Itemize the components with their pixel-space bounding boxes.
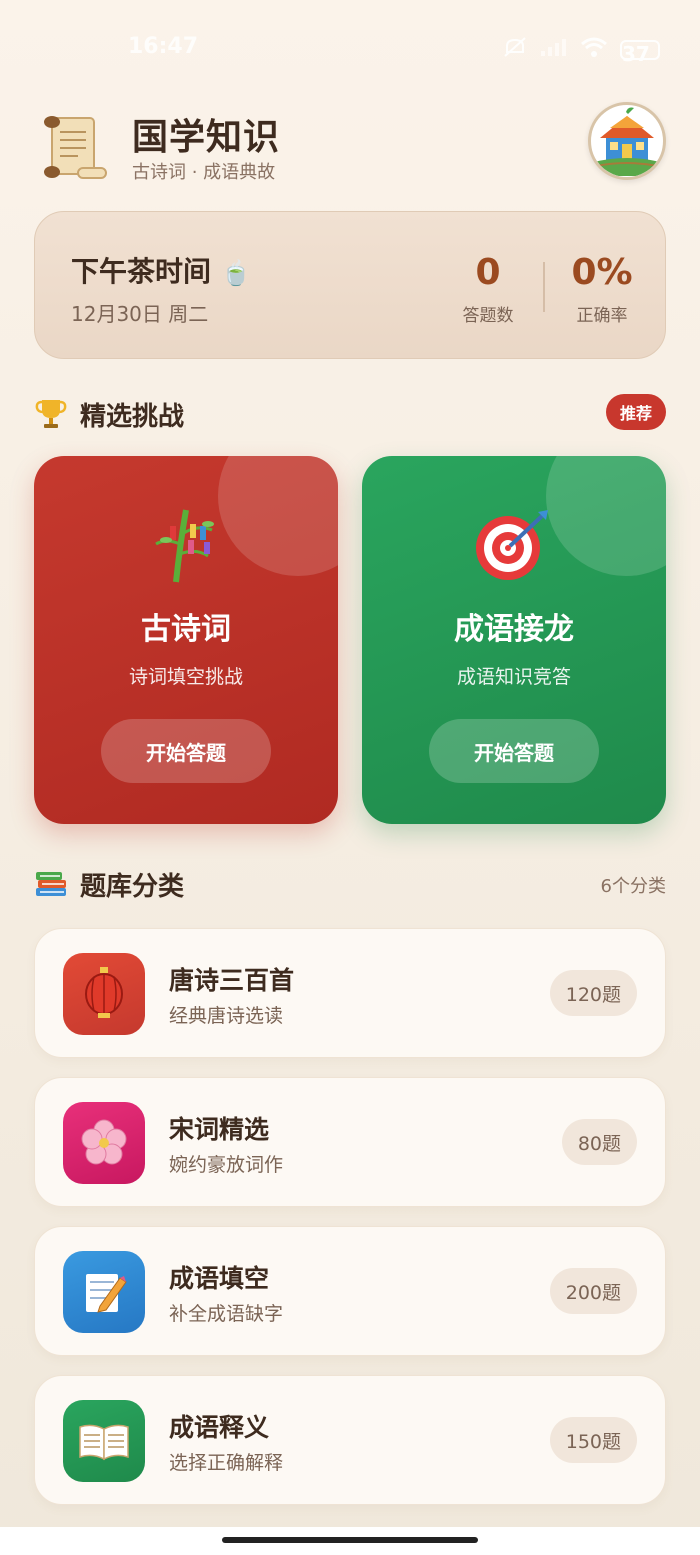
category-title: 宋词精选 <box>169 1115 270 1144</box>
featured-header: 精选挑战 推荐 <box>34 394 666 434</box>
tanabata-tree-icon <box>34 504 338 584</box>
featured-title: 精选挑战 <box>80 402 185 432</box>
stat-accuracy: 0% 正确率 <box>567 252 637 326</box>
categories-header: 题库分类 6个分类 <box>34 864 666 904</box>
stat-divider <box>543 262 545 312</box>
challenge-desc: 成语知识竞答 <box>456 666 571 688</box>
category-count-badge: 120题 <box>549 970 637 1016</box>
category-title: 成语释义 <box>169 1413 270 1442</box>
stat-accuracy-value: 0% <box>571 252 633 293</box>
category-title: 成语填空 <box>169 1264 270 1293</box>
date-text: 12月30日 周二 <box>71 302 209 326</box>
home-indicator[interactable] <box>222 1537 478 1543</box>
category-desc: 婉约豪放词作 <box>169 1154 284 1176</box>
books-icon <box>34 866 68 900</box>
tea-icon: 🍵 <box>221 259 251 287</box>
category-item-idiom-fill[interactable]: 成语填空 补全成语缺字 200题 <box>34 1226 666 1356</box>
category-count-badge: 200题 <box>549 1268 637 1314</box>
greeting: 下午茶时间 🍵 <box>71 250 251 290</box>
blossom-icon <box>63 1102 145 1184</box>
status-time: 16:47 <box>128 34 199 59</box>
signal-icon <box>540 37 568 62</box>
stat-answered-value: 0 <box>475 252 501 293</box>
battery-icon: 37 <box>620 39 660 66</box>
category-desc: 补全成语缺字 <box>169 1303 284 1325</box>
challenge-card-poetry[interactable]: 古诗词 诗词填空挑战 开始答题 <box>34 456 338 824</box>
challenge-desc: 诗词填空挑战 <box>128 666 243 688</box>
category-desc: 经典唐诗选读 <box>169 1005 284 1027</box>
categories-title: 题库分类 <box>80 872 185 902</box>
categories-count: 6个分类 <box>600 876 666 897</box>
wifi-icon <box>580 36 608 63</box>
category-count-badge: 150题 <box>549 1417 637 1463</box>
category-item-tang-poems[interactable]: 唐诗三百首 经典唐诗选读 120题 <box>34 928 666 1058</box>
status-icons: 37 <box>502 36 660 66</box>
start-quiz-button[interactable]: 开始答题 <box>101 719 271 783</box>
stats-card: 下午茶时间 🍵 12月30日 周二 0 答题数 0% 正确率 <box>34 211 666 359</box>
target-icon <box>362 504 666 584</box>
open-book-icon <box>63 1400 145 1482</box>
trophy-icon <box>34 396 68 430</box>
challenge-title: 成语接龙 <box>454 612 574 647</box>
category-title: 唐诗三百首 <box>169 966 295 995</box>
header: 国学知识 古诗词 · 成语典故 <box>34 102 666 192</box>
scroll-icon <box>38 110 110 182</box>
stat-answered-label: 答题数 <box>462 306 514 326</box>
category-desc: 选择正确解释 <box>169 1452 284 1474</box>
status-bar: 16:47 37 <box>0 0 700 96</box>
avatar[interactable] <box>588 102 666 180</box>
mute-icon <box>502 36 528 63</box>
category-item-idiom-meaning[interactable]: 成语释义 选择正确解释 150题 <box>34 1375 666 1505</box>
lantern-icon <box>63 953 145 1035</box>
house-icon <box>592 106 662 176</box>
stat-accuracy-label: 正确率 <box>576 306 628 326</box>
stat-answered: 0 答题数 <box>459 252 517 326</box>
recommend-badge: 推荐 <box>605 394 666 430</box>
challenge-title: 古诗词 <box>141 612 231 647</box>
greeting-text: 下午茶时间 <box>71 255 212 288</box>
app-subtitle: 古诗词 · 成语典故 <box>132 162 276 183</box>
memo-icon <box>63 1251 145 1333</box>
category-count-badge: 80题 <box>561 1119 637 1165</box>
challenge-card-idiom[interactable]: 成语接龙 成语知识竞答 开始答题 <box>362 456 666 824</box>
start-quiz-button[interactable]: 开始答题 <box>429 719 599 783</box>
category-item-song-ci[interactable]: 宋词精选 婉约豪放词作 80题 <box>34 1077 666 1207</box>
app-title: 国学知识 <box>132 117 281 158</box>
